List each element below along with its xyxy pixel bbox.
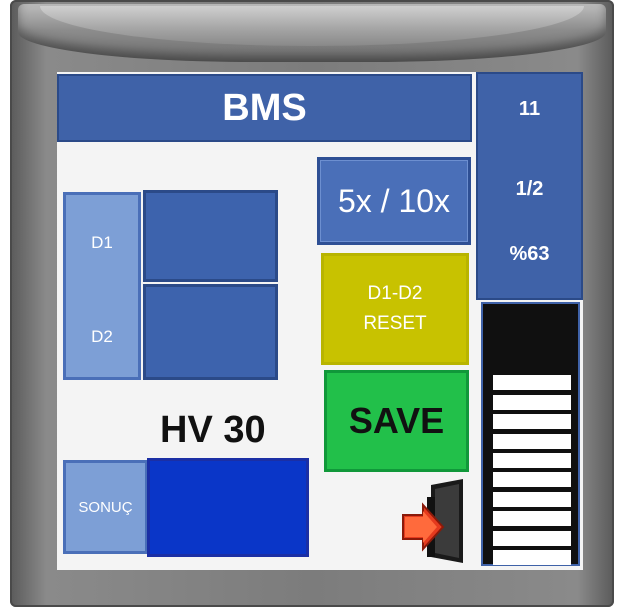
d2-value-field[interactable]	[143, 284, 278, 380]
battery-bar	[493, 414, 571, 430]
battery-bar	[493, 433, 571, 449]
battery-bar	[493, 491, 571, 507]
reset-button-line1: D1-D2	[367, 283, 423, 304]
exit-door-arrow-icon	[402, 479, 463, 563]
battery-bar	[493, 530, 571, 546]
page-title: BMS	[222, 86, 307, 129]
battery-bar	[493, 375, 571, 391]
device-frame: BMS 11 1/2 %63 5x / 10x D1-D2 RESET SAVE…	[0, 0, 622, 607]
battery-bar	[493, 472, 571, 488]
battery-bar	[493, 511, 571, 527]
reset-button-line2: RESET	[363, 313, 427, 334]
d1-value-field[interactable]	[143, 190, 278, 282]
exit-button[interactable]	[401, 477, 467, 567]
title-bar: BMS	[57, 74, 472, 142]
zoom-toggle-button[interactable]: 5x / 10x	[317, 157, 471, 245]
result-value-field[interactable]	[147, 458, 309, 557]
save-button-label: SAVE	[348, 400, 445, 441]
reset-button[interactable]: D1-D2 RESET	[321, 253, 469, 365]
status-line-1: 11	[518, 98, 541, 120]
battery-bar	[493, 550, 571, 565]
status-line-3: %63	[509, 243, 550, 265]
battery-gauge	[481, 302, 580, 566]
save-button[interactable]: SAVE	[324, 370, 469, 472]
result-label-text: SONUÇ	[78, 498, 133, 516]
d1-label: D1	[91, 233, 113, 252]
status-line-2: 1/2	[515, 178, 544, 200]
hardness-label: HV 30	[160, 409, 266, 451]
battery-bar	[493, 394, 571, 410]
d-label-panel: D1 D2	[63, 192, 141, 380]
battery-bar	[493, 453, 571, 468]
status-panel: 11 1/2 %63	[476, 72, 583, 300]
d2-label: D2	[91, 327, 113, 346]
zoom-button-label: 5x / 10x	[337, 182, 451, 219]
result-label: SONUÇ	[63, 460, 148, 554]
